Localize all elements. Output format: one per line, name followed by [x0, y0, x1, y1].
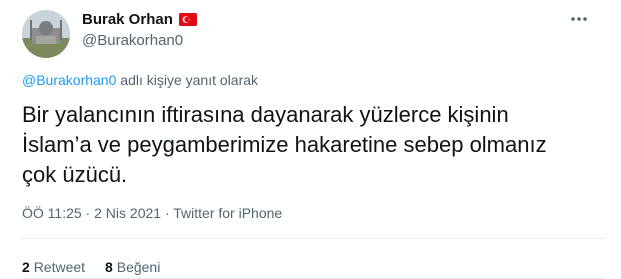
likes-count: 8 [105, 259, 113, 275]
tweet-meta: ÖÖ 11:25 · 2 Nis 2021 · Twitter for iPho… [22, 205, 282, 221]
likes-stat[interactable]: 8 Beğeni [105, 259, 160, 275]
author-name[interactable]: Burak Orhan [82, 11, 173, 28]
more-options-icon[interactable] [568, 12, 590, 26]
meta-separator: · [81, 205, 95, 221]
turkey-flag-icon [178, 13, 197, 26]
reply-mention-link[interactable]: @Burakorhan0 [22, 72, 116, 88]
tweet-time[interactable]: ÖÖ 11:25 [22, 205, 82, 221]
author-name-row: Burak Orhan [82, 11, 197, 28]
author-handle[interactable]: @Burakorhan0 [82, 32, 183, 49]
reply-context: @Burakorhan0 adlı kişiye yanıt olarak [22, 72, 258, 88]
meta-separator: · [161, 205, 174, 221]
avatar-image [22, 10, 70, 58]
likes-label: Beğeni [116, 259, 161, 275]
reply-suffix: adlı kişiye yanıt olarak [116, 72, 259, 88]
tweet-source[interactable]: Twitter for iPhone [173, 205, 282, 221]
avatar[interactable] [22, 10, 70, 58]
retweets-label: Retweet [33, 259, 86, 275]
retweets-count: 2 [22, 259, 30, 275]
retweets-stat[interactable]: 2 Retweet [22, 259, 85, 275]
divider [22, 238, 605, 239]
tweet-text: Bir yalancının iftirasına dayanarak yüzl… [22, 102, 547, 187]
tweet-stats: 2 Retweet 8 Beğeni [22, 259, 160, 275]
tweet-date[interactable]: 2 Nis 2021 [94, 205, 161, 221]
